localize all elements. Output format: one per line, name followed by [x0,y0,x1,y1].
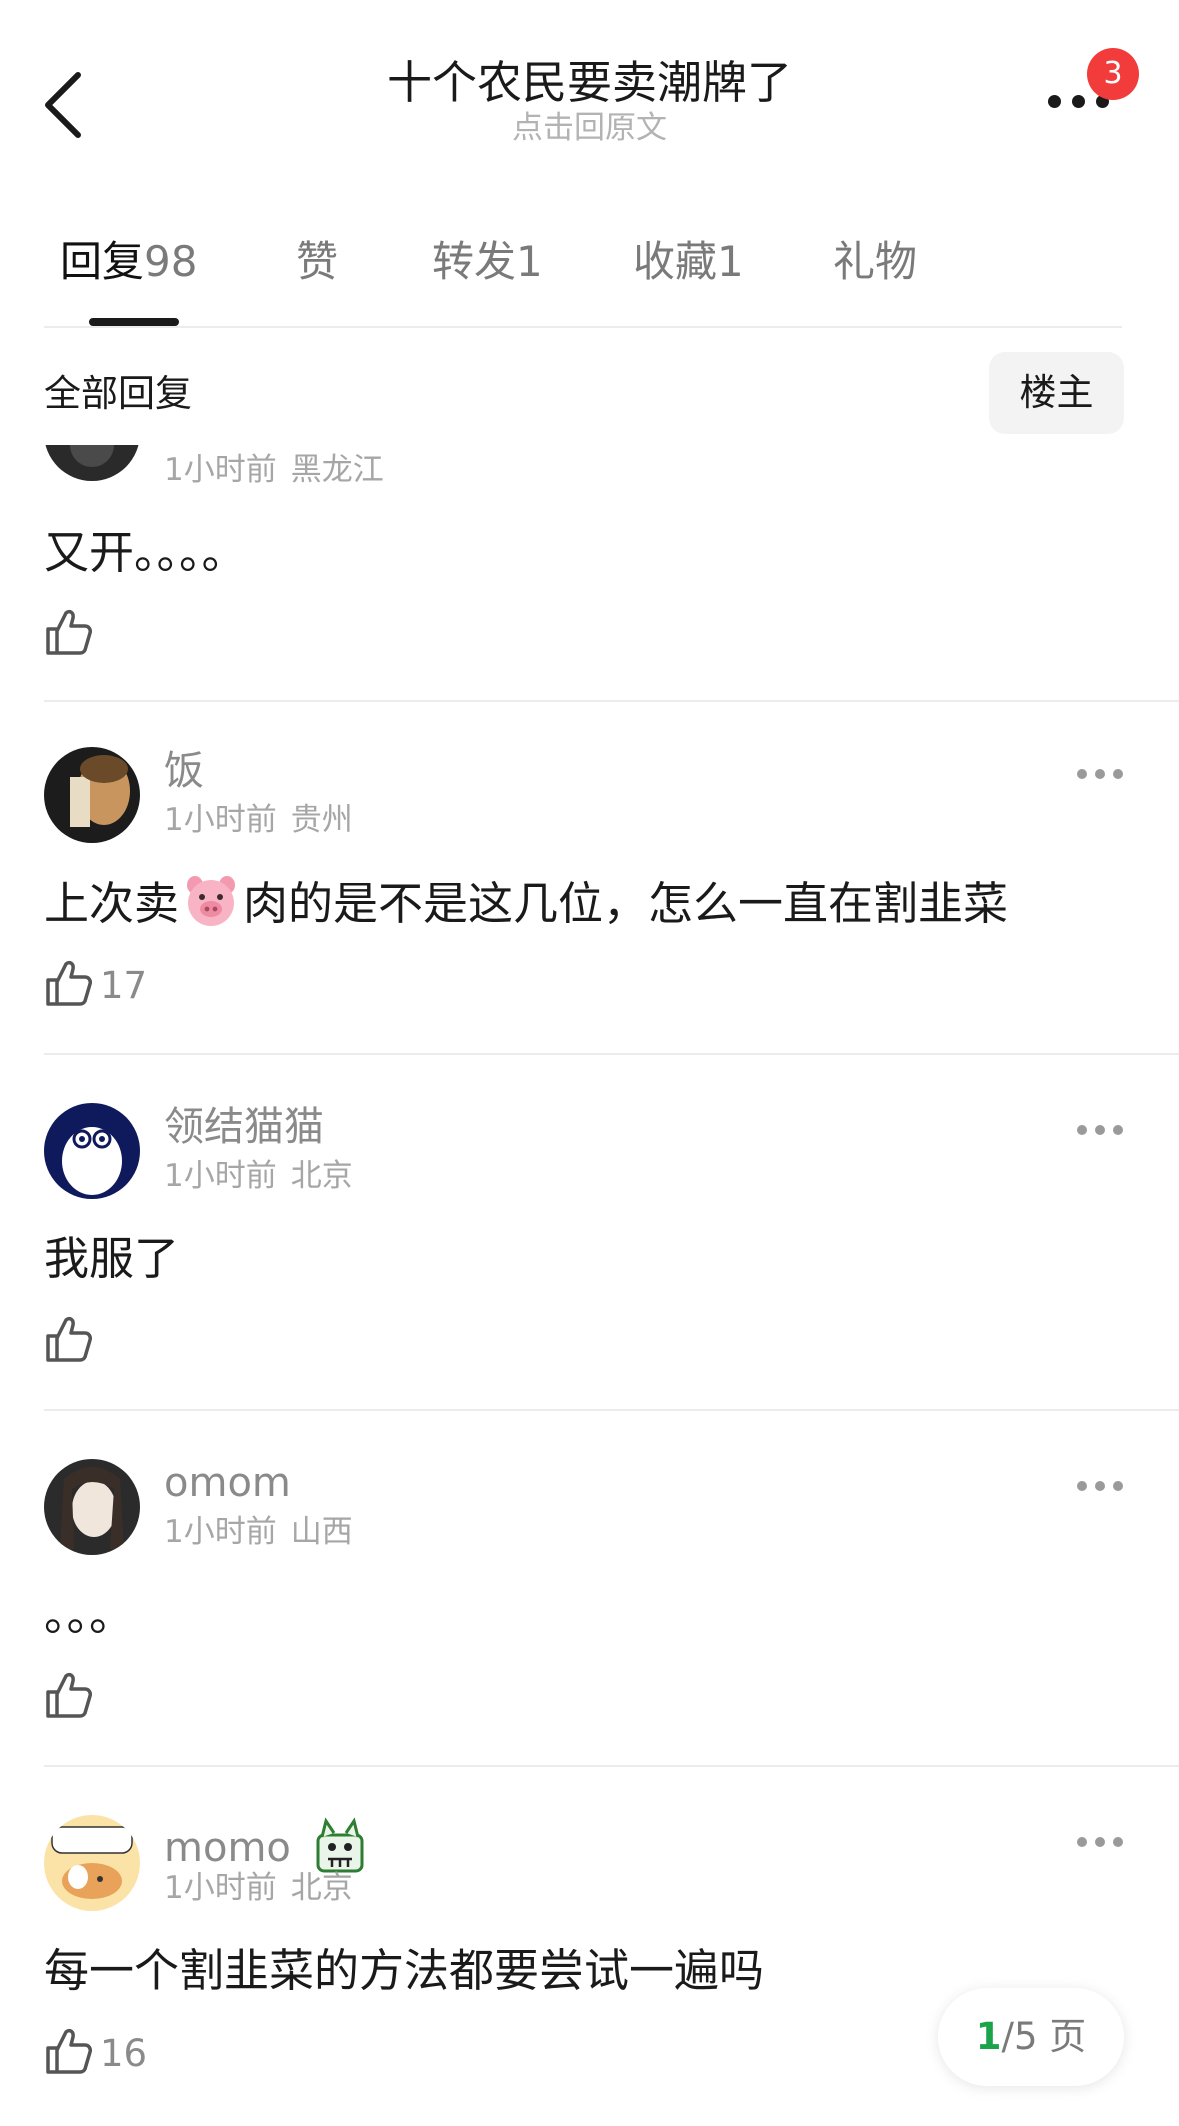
thumb-up-icon [46,1316,92,1362]
mascot-badge-icon [316,1817,364,1873]
comment-text: 我服了 [44,1232,180,1285]
avatar[interactable] [44,747,140,843]
comment-location: 黑龙江 [290,452,384,488]
tab-label: 礼物 [833,237,918,286]
tab-count: 1 [717,237,744,286]
more-dots-icon [1077,1125,1087,1135]
owner-only-button[interactable]: 楼主 [989,352,1124,434]
comment-location: 北京 [290,1870,353,1906]
comment-more-button[interactable] [1077,1121,1123,1141]
tab-likes[interactable]: 赞 [296,234,338,290]
tab-replies[interactable]: 回复98 [60,234,197,290]
comment-time: 1小时前 [164,1514,277,1550]
comment-time: 1小时前 [164,1870,277,1906]
total-pages: /5 页 [1001,2015,1087,2058]
comment-username[interactable]: 领结猫猫 [164,1103,324,1151]
comment-more-button[interactable] [1077,1477,1123,1497]
more-dot [1113,1125,1123,1135]
more-dot [1095,1125,1105,1135]
comment-text: 。。。 [44,1588,135,1641]
avatar-image [44,1459,140,1555]
more-dot [1113,769,1123,779]
avatar-image [44,445,140,481]
comment-location: 北京 [290,1158,353,1194]
current-page: 1 [975,2015,1002,2058]
tab-gifts[interactable]: 礼物 [833,234,917,290]
comment-text: 上次卖 肉的是不是这几位，怎么一直在割韭菜 [44,873,1008,934]
divider [44,700,1179,702]
all-replies-label[interactable]: 全部回复 [44,370,192,418]
like-count: 16 [100,2032,148,2075]
comment-meta: 1小时前 贵州 [164,801,353,839]
more-dot [1113,1837,1123,1847]
view-original-link[interactable]: 点击回原文 [0,110,1179,146]
comment-more-button[interactable] [1077,1833,1123,1853]
avatar-image [44,1815,140,1911]
more-dots-icon [1077,769,1087,779]
avatar-image [44,1103,140,1199]
more-dot [1095,769,1105,779]
tab-label: 收藏 [633,237,718,286]
divider [44,1765,1179,1767]
divider [44,1409,1179,1411]
tab-label: 回复 [60,237,145,286]
thumb-up-icon [46,1672,92,1718]
avatar[interactable] [44,445,140,481]
tab-bar: 回复98 赞 转发1 收藏1 礼物 [0,222,1179,328]
notification-badge: 3 [1087,48,1139,100]
thumb-up-icon [46,960,92,1006]
pig-face-emoji [187,876,236,926]
active-tab-indicator [89,318,179,326]
more-dot [1113,1481,1123,1491]
tab-count: 1 [516,237,543,286]
thumb-up-icon [46,2028,92,2074]
avatar-image [44,747,140,843]
avatar[interactable] [44,1459,140,1555]
avatar[interactable] [44,1815,140,1911]
more-dot [1072,95,1085,108]
comment-list[interactable]: 1小时前 黑龙江 又开。。。。 饭 1小时前 贵州 上次卖 肉的是不是这几位，怎… [0,445,1179,2126]
comment-text-part: 上次卖 [44,877,180,930]
comment-location: 山西 [290,1514,353,1550]
more-dots-icon [1048,95,1061,108]
like-count: 17 [100,964,148,1007]
comment-meta: 1小时前 北京 [164,1157,353,1195]
divider [44,326,1122,328]
comment-time: 1小时前 [164,802,277,838]
comment-username[interactable]: omom [164,1459,291,1507]
page-indicator-button[interactable]: 1/5 页 [938,1988,1124,2086]
comment-username[interactable]: 饭 [164,747,204,795]
more-dot [1095,1837,1105,1847]
comment-more-button[interactable] [1077,765,1123,785]
comment-text: 每一个割韭菜的方法都要尝试一遍吗 [44,1944,765,1997]
page-title[interactable]: 十个农民要卖潮牌了 [0,55,1179,111]
comment-time: 1小时前 [164,452,277,488]
more-dots-icon [1077,1837,1087,1847]
top-bar: 十个农民要卖潮牌了 点击回原文 3 [0,0,1179,200]
tab-label: 转发 [432,237,517,286]
tab-count: 98 [144,237,198,286]
tab-reposts[interactable]: 转发1 [432,234,543,290]
comment-text-part: 肉的是不是这几位，怎么一直在割韭菜 [243,877,1009,930]
comment-username-text: momo [164,1825,291,1871]
divider [44,1053,1179,1055]
more-dots-icon [1077,1481,1087,1491]
avatar[interactable] [44,1103,140,1199]
tab-favorites[interactable]: 收藏1 [633,234,744,290]
comment-username[interactable]: momo [164,1815,368,1875]
more-dot [1095,1481,1105,1491]
comment-time: 1小时前 [164,1158,277,1194]
comment-location: 贵州 [290,802,353,838]
tab-label: 赞 [296,237,339,286]
comment-meta: 1小时前 黑龙江 [164,451,384,489]
thumb-up-icon [46,609,92,655]
comment-meta: 1小时前 山西 [164,1513,353,1551]
comment-text: 又开。。。。 [44,526,247,579]
comment-meta: 1小时前 北京 [164,1869,353,1907]
